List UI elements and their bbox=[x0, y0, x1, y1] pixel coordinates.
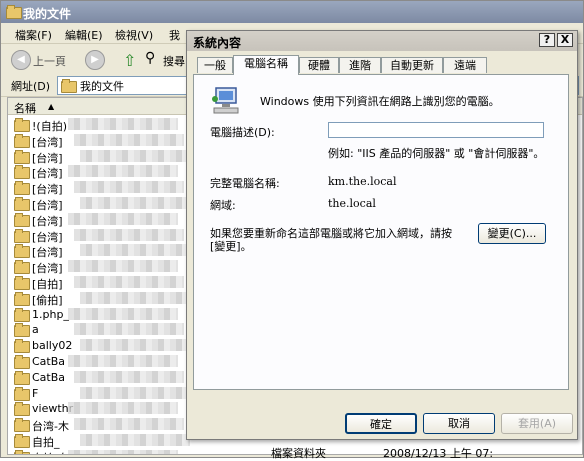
redacted-text bbox=[80, 434, 190, 446]
file-name: 自拍-女 bbox=[32, 450, 69, 454]
folder-icon bbox=[14, 260, 30, 275]
file-name: CatBa bbox=[32, 355, 66, 368]
tab-hardware[interactable]: 硬體 bbox=[299, 57, 339, 73]
redacted-text bbox=[74, 181, 184, 194]
tab-computer-name[interactable]: 電腦名稱 bbox=[233, 55, 299, 75]
full-name-value: km.the.local bbox=[328, 175, 397, 188]
redacted-text bbox=[80, 197, 190, 209]
file-name: CatBa bbox=[32, 370, 66, 384]
folder-icon bbox=[14, 339, 30, 354]
search-icon[interactable]: ⚲ bbox=[145, 50, 155, 66]
address-label: 網址(D) bbox=[11, 80, 51, 93]
folder-icon bbox=[14, 291, 30, 306]
redacted-text bbox=[74, 228, 184, 241]
cancel-button[interactable]: 取消 bbox=[423, 413, 495, 434]
folder-icon bbox=[14, 402, 30, 417]
back-button-label[interactable]: 上一頁 bbox=[33, 53, 66, 69]
tab-remote[interactable]: 遠端 bbox=[443, 57, 487, 73]
description-label: 電腦描述(D): bbox=[210, 126, 275, 139]
tab-strip: 一般 電腦名稱 硬體 進階 自動更新 遠端 bbox=[193, 55, 569, 75]
system-properties-dialog: 系統內容 ? X 一般 電腦名稱 硬體 進階 自動更新 遠端 Windows 使… bbox=[186, 30, 578, 440]
file-type-text: 檔案資料夾 bbox=[271, 447, 326, 460]
full-name-label: 完整電腦名稱: bbox=[210, 177, 280, 190]
folder-icon bbox=[14, 149, 30, 164]
computer-name-panel: Windows 使用下列資訊在網路上識別您的電腦。 電腦描述(D): 例如: "… bbox=[193, 74, 569, 390]
redacted-text bbox=[68, 449, 178, 454]
redacted-text bbox=[80, 149, 190, 162]
sort-ascending-icon: ▲ bbox=[48, 102, 55, 111]
dialog-title-bar[interactable]: 系統內容 ? X bbox=[187, 31, 577, 51]
file-name: bally02 bbox=[32, 339, 73, 353]
file-name: a bbox=[32, 323, 39, 337]
redacted-text bbox=[80, 386, 190, 399]
redacted-text bbox=[80, 291, 190, 304]
redacted-text bbox=[74, 418, 184, 431]
redacted-text bbox=[74, 133, 184, 146]
folder-icon bbox=[14, 165, 30, 180]
apply-button[interactable]: 套用(A) bbox=[501, 413, 573, 434]
menu-more[interactable]: 我 bbox=[169, 27, 180, 43]
redacted-text bbox=[80, 339, 190, 352]
redacted-text bbox=[68, 402, 178, 415]
menu-view[interactable]: 檢視(V) bbox=[115, 27, 153, 43]
tab-general[interactable]: 一般 bbox=[197, 57, 233, 73]
folder-icon bbox=[14, 323, 30, 338]
file-name: viewthr bbox=[32, 402, 74, 416]
tab-advanced[interactable]: 進階 bbox=[339, 57, 381, 73]
redacted-text bbox=[80, 244, 190, 257]
menu-edit[interactable]: 編輯(E) bbox=[65, 27, 103, 43]
folder-icon bbox=[14, 197, 30, 211]
address-value: 我的文件 bbox=[80, 80, 124, 93]
folder-icon bbox=[14, 449, 30, 454]
folder-icon bbox=[14, 355, 30, 369]
change-button[interactable]: 變更(C)... bbox=[478, 223, 546, 244]
folder-icon bbox=[14, 418, 30, 433]
folder-icon bbox=[14, 228, 30, 243]
file-name: 1.php_ bbox=[32, 307, 69, 321]
folder-icon bbox=[14, 370, 30, 385]
file-name: F bbox=[32, 386, 39, 400]
domain-label: 網域: bbox=[210, 199, 236, 212]
tab-auto-update[interactable]: 自動更新 bbox=[381, 57, 443, 73]
file-date-text: 2008/12/13 上午 07: bbox=[383, 447, 494, 460]
folder-icon bbox=[14, 386, 30, 401]
explorer-title-bar[interactable]: 我的文件 bbox=[1, 1, 583, 23]
domain-value: the.local bbox=[328, 197, 376, 210]
folder-icon bbox=[14, 118, 30, 132]
column-name-label: 名稱 bbox=[14, 102, 36, 115]
example-text: 例如: "IIS 產品的伺服器" 或 "會計伺服器"。 bbox=[328, 147, 545, 160]
folder-icon bbox=[14, 307, 30, 322]
dialog-title: 系統內容 bbox=[193, 36, 242, 50]
folder-icon bbox=[14, 181, 30, 196]
redacted-text bbox=[74, 370, 184, 383]
redacted-text bbox=[74, 276, 184, 288]
menu-file[interactable]: 檔案(F) bbox=[15, 27, 52, 43]
close-button[interactable]: X bbox=[557, 33, 573, 47]
folder-icon bbox=[14, 434, 30, 448]
computer-icon bbox=[212, 87, 239, 114]
rename-text-line2: [變更]。 bbox=[210, 240, 252, 253]
explorer-title: 我的文件 bbox=[23, 7, 72, 21]
back-arrow-icon[interactable]: ◀ bbox=[11, 50, 31, 70]
folder-icon bbox=[14, 244, 30, 259]
description-input[interactable] bbox=[328, 122, 544, 138]
folder-icon bbox=[61, 79, 77, 93]
search-button-label[interactable]: 搜尋 bbox=[163, 53, 185, 69]
redacted-text bbox=[68, 355, 178, 367]
redacted-text bbox=[74, 323, 184, 336]
redacted-text bbox=[68, 307, 178, 320]
redacted-text bbox=[68, 118, 178, 130]
intro-text: Windows 使用下列資訊在網路上識別您的電腦。 bbox=[260, 95, 500, 108]
redacted-text bbox=[68, 260, 178, 273]
forward-arrow-icon[interactable]: ▶ bbox=[85, 50, 105, 70]
ok-button[interactable]: 確定 bbox=[345, 413, 417, 434]
help-button[interactable]: ? bbox=[539, 33, 555, 47]
redacted-text bbox=[68, 165, 178, 178]
folder-icon bbox=[14, 212, 30, 227]
folder-icon bbox=[14, 276, 30, 290]
redacted-text bbox=[68, 212, 178, 225]
up-folder-icon[interactable]: ⇧ bbox=[123, 51, 136, 70]
folder-icon bbox=[6, 5, 22, 19]
folder-icon bbox=[14, 133, 30, 148]
